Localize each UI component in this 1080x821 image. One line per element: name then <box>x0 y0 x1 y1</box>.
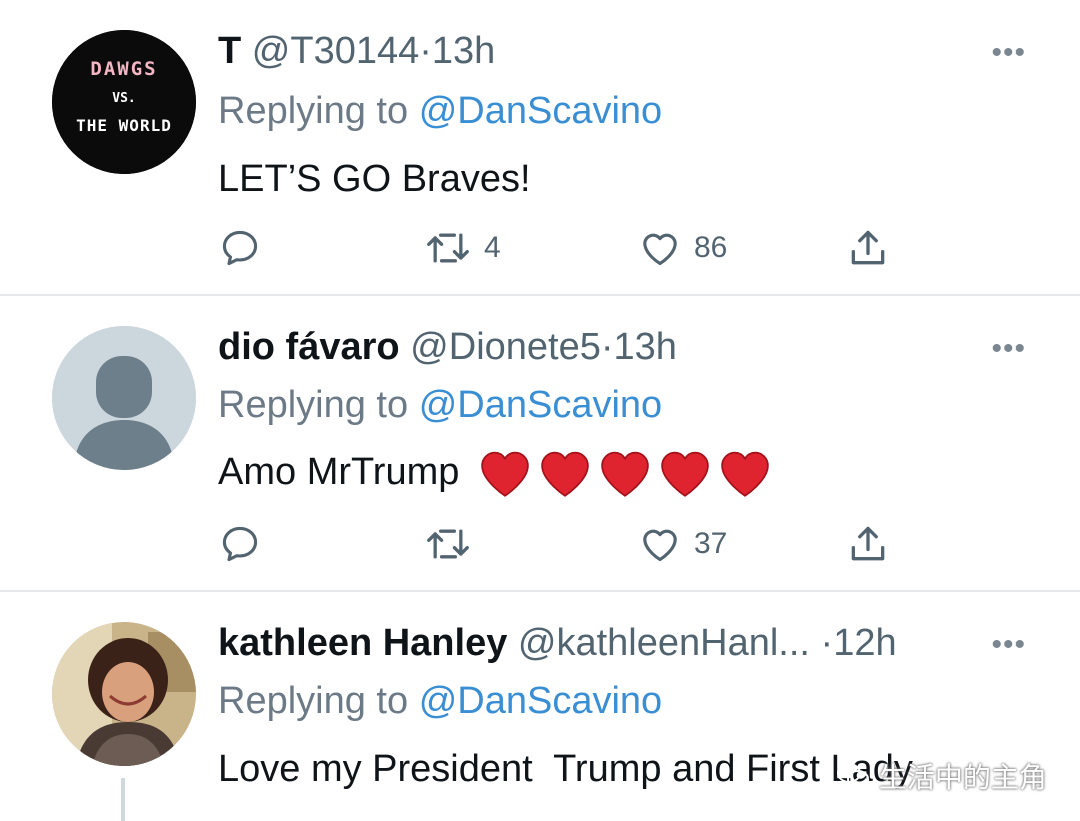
like-button[interactable]: 37 <box>638 522 727 566</box>
heart-icon <box>643 529 677 562</box>
tweet-header: T @T30144·13h <box>218 30 495 73</box>
default-avatar-icon <box>52 326 196 470</box>
user-handle[interactable]: @T30144 <box>252 30 419 72</box>
avatar-text-2: VS. <box>112 91 135 106</box>
user-handle[interactable]: @Dionete5 <box>410 326 601 368</box>
replying-to: Replying to @DanScavino <box>218 680 662 723</box>
timestamp[interactable]: 13h <box>432 30 495 72</box>
share-icon <box>851 230 885 265</box>
retweet-count: 4 <box>484 231 501 264</box>
user-handle[interactable]: @kathleenHanl... <box>518 622 810 664</box>
red-heart-emoji <box>661 451 709 497</box>
display-name[interactable]: dio fávaro <box>218 326 400 368</box>
avatar-image: DAWGS VS. THE WORLD <box>52 30 196 174</box>
more-icon[interactable]: ••• <box>991 628 1026 662</box>
tweet-text: Amo MrTrump <box>218 451 460 494</box>
watermark: 生活中的主角 <box>836 756 1047 797</box>
mention-link[interactable]: @DanScavino <box>419 384 662 426</box>
like-button[interactable]: 86 <box>638 226 727 270</box>
tweet-header: kathleen Hanley @kathleenHanl... ·12h <box>218 622 897 665</box>
avatar-text-3: THE WORLD <box>76 116 172 135</box>
more-icon[interactable]: ••• <box>991 36 1026 70</box>
share-button[interactable] <box>846 522 890 566</box>
replying-prefix: Replying to <box>218 384 409 426</box>
timestamp[interactable]: 12h <box>833 622 896 664</box>
reply-button[interactable] <box>218 226 262 270</box>
wechat-icon <box>836 762 870 797</box>
avatar-photo <box>52 622 196 766</box>
red-heart-emoji <box>721 451 769 497</box>
avatar[interactable] <box>52 622 196 766</box>
reply-icon <box>222 526 258 562</box>
retweet-button[interactable] <box>424 522 484 566</box>
red-heart-emoji <box>541 451 589 497</box>
like-count: 37 <box>694 527 728 560</box>
timestamp[interactable]: 13h <box>614 326 677 368</box>
separator-dot: · <box>419 30 432 72</box>
retweet-icon <box>427 529 469 559</box>
thread-line <box>121 778 125 821</box>
avatar-text-1: DAWGS <box>90 58 157 80</box>
tweet-header: dio fávaro @Dionete5·13h <box>218 326 677 369</box>
tweet-1[interactable]: DAWGS VS. THE WORLD T @T30144·13h ••• Re… <box>0 0 1080 296</box>
separator-dot: · <box>600 326 614 368</box>
avatar[interactable]: DAWGS VS. THE WORLD <box>52 30 196 174</box>
replying-to: Replying to @DanScavino <box>218 384 662 427</box>
mention-link[interactable]: @DanScavino <box>419 680 662 722</box>
display-name[interactable]: kathleen Hanley <box>218 622 507 664</box>
heart-emoji-group <box>478 450 778 498</box>
display-name[interactable]: T <box>218 30 241 72</box>
replying-prefix: Replying to <box>218 680 409 722</box>
tweet-2[interactable]: dio fávaro @Dionete5·13h ••• Replying to… <box>0 296 1080 590</box>
more-icon[interactable]: ••• <box>991 332 1026 366</box>
red-heart-emoji <box>481 451 529 497</box>
like-count: 86 <box>694 231 728 264</box>
replying-to: Replying to @DanScavino <box>218 90 662 133</box>
avatar[interactable] <box>52 326 196 470</box>
share-icon <box>851 526 885 561</box>
share-button[interactable] <box>846 226 890 270</box>
retweet-button[interactable]: 4 <box>424 226 501 270</box>
mention-link[interactable]: @DanScavino <box>419 90 662 132</box>
separator-dot: · <box>820 622 834 664</box>
tweet-text: LET’S GO Braves! <box>218 158 531 200</box>
reply-icon <box>222 230 258 266</box>
red-heart-emoji <box>601 451 649 497</box>
watermark-text: 生活中的主角 <box>878 761 1047 794</box>
replying-prefix: Replying to <box>218 90 409 132</box>
retweet-icon <box>427 233 469 263</box>
tweet-body: Amo MrTrump <box>218 450 778 498</box>
reply-button[interactable] <box>218 522 262 566</box>
heart-icon <box>643 233 677 266</box>
tweet-text: Love my President Trump and First Lady <box>218 748 913 790</box>
